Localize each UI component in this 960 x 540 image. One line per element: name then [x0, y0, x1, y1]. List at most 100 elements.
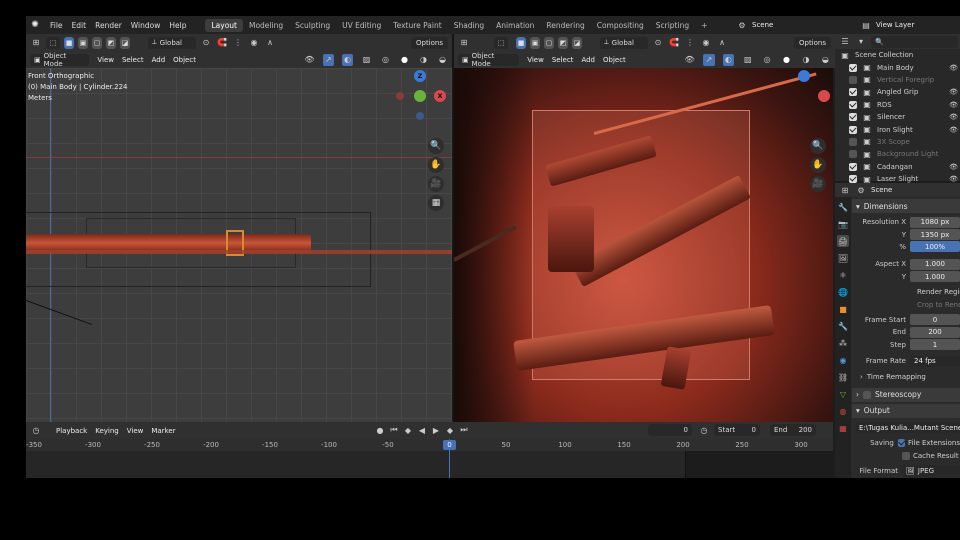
- zoom-icon[interactable]: 🔍: [810, 138, 826, 154]
- clock-icon[interactable]: ◷: [698, 424, 710, 436]
- proportional-edit-icon[interactable]: ◉: [700, 37, 712, 49]
- left-viewport-canvas[interactable]: Front Orthographic (0) Main Body | Cylin…: [26, 68, 452, 422]
- keying-menu[interactable]: Keying: [95, 427, 119, 435]
- gizmo-toggle-icon[interactable]: ↗: [703, 53, 715, 66]
- timeline-editor-icon[interactable]: ◷: [30, 425, 42, 437]
- select-box-tool-button[interactable]: ⬚: [494, 36, 508, 49]
- marker-menu[interactable]: Marker: [151, 427, 175, 435]
- falloff-icon[interactable]: ∧: [716, 37, 728, 49]
- output-panel-header[interactable]: ▾ Output: [852, 403, 960, 418]
- exclude-checkbox[interactable]: [849, 175, 857, 184]
- resolution-x-field[interactable]: 1080 px: [910, 216, 960, 228]
- proportional-edit-icon[interactable]: ◉: [248, 37, 260, 49]
- menu-file[interactable]: File: [50, 21, 63, 30]
- aspect-x-field[interactable]: 1.000: [910, 258, 960, 270]
- scene-tab-icon[interactable]: ⚛: [837, 269, 849, 281]
- data-tab-icon[interactable]: ▽: [837, 388, 849, 400]
- tab-layout[interactable]: Layout: [205, 18, 243, 32]
- exclude-checkbox[interactable]: [849, 113, 857, 122]
- frame-step-field[interactable]: 1: [910, 339, 960, 351]
- select-extend-button[interactable]: ▣: [78, 36, 88, 49]
- shading-material-icon[interactable]: ◑: [800, 54, 811, 66]
- visibility-icon[interactable]: 👁: [949, 88, 960, 96]
- right-viewport-canvas[interactable]: 🔍 ✋ 🎥: [454, 68, 833, 422]
- gizmo-neg-z[interactable]: [416, 112, 424, 120]
- select-intersect-button[interactable]: ◪: [572, 36, 582, 49]
- xray-icon[interactable]: ▨: [361, 54, 372, 66]
- gizmo-z-axis[interactable]: Z: [414, 70, 426, 82]
- gizmo-toggle-icon[interactable]: ↗: [322, 53, 334, 66]
- menu-window[interactable]: Window: [131, 21, 161, 30]
- mode-select[interactable]: ▣ Object Mode: [30, 52, 90, 68]
- shading-material-icon[interactable]: ◑: [418, 54, 429, 66]
- exclude-checkbox[interactable]: [849, 75, 857, 84]
- view-layer-selector[interactable]: ▤ View Layer: [860, 19, 914, 31]
- options-button[interactable]: Options: [410, 36, 448, 49]
- texture-tab-icon[interactable]: ▦: [837, 422, 849, 434]
- menu-add[interactable]: Add: [581, 56, 595, 64]
- playhead-marker[interactable]: 0: [443, 440, 456, 450]
- material-tab-icon[interactable]: ◍: [837, 405, 849, 417]
- scene-selector[interactable]: ⚙ Scene: [736, 19, 773, 31]
- transform-orientation-select[interactable]: ⟂ Global: [148, 36, 196, 49]
- snap-target-icon[interactable]: ⋮: [232, 37, 244, 49]
- camera-icon[interactable]: 🎥: [428, 176, 444, 192]
- output-tab-icon[interactable]: 🖨: [837, 235, 849, 247]
- particles-tab-icon[interactable]: ⁂: [837, 337, 849, 349]
- physics-tab-icon[interactable]: ◉: [837, 354, 849, 366]
- tab-rendering[interactable]: Rendering: [540, 19, 590, 32]
- visibility-icon[interactable]: 👁: [949, 175, 960, 183]
- select-intersect-button[interactable]: ◪: [120, 36, 130, 49]
- gizmo-neg-x[interactable]: [396, 92, 404, 100]
- visibility-icon[interactable]: 👁: [949, 113, 960, 121]
- outliner-item[interactable]: ▣ Main Body 👁: [835, 61, 960, 73]
- next-keyframe-icon[interactable]: ◆: [444, 424, 456, 436]
- overlay-toggle-icon[interactable]: ◐: [722, 53, 735, 66]
- jump-end-icon[interactable]: ⏭: [458, 424, 470, 436]
- pivot-point-icon[interactable]: ⊙: [200, 37, 212, 49]
- modifier-tab-icon[interactable]: 🔧: [837, 320, 849, 332]
- grid-toggle-icon[interactable]: ▦: [428, 195, 444, 211]
- aspect-y-field[interactable]: 1.000: [910, 271, 960, 283]
- shading-wireframe-icon[interactable]: ◎: [761, 54, 772, 66]
- frame-end-field[interactable]: 200: [910, 326, 960, 338]
- add-workspace-button[interactable]: +: [695, 19, 713, 32]
- outliner-item[interactable]: ▣ Iron Slight 👁: [835, 123, 960, 135]
- output-path-field[interactable]: E:\Tugas Kulia...Mutant Scene 2\: [856, 422, 960, 434]
- menu-add[interactable]: Add: [152, 56, 166, 64]
- transform-orientation-select[interactable]: ⟂ Global: [600, 36, 648, 49]
- object-tab-icon[interactable]: ■: [837, 303, 849, 315]
- tool-tab-icon[interactable]: 🔧: [837, 201, 849, 213]
- snap-icon[interactable]: 🧲: [216, 37, 228, 49]
- time-remapping-header[interactable]: Time Remapping: [867, 373, 926, 381]
- dimensions-panel-header[interactable]: ▾ Dimensions: [852, 199, 960, 213]
- gizmo-z-axis[interactable]: [798, 70, 810, 82]
- tab-sculpting[interactable]: Sculpting: [289, 19, 336, 32]
- gizmo-x-axis[interactable]: [818, 90, 830, 102]
- menu-view[interactable]: View: [527, 56, 544, 64]
- outliner-item[interactable]: ▣ Vertical Foregrip: [835, 74, 960, 86]
- menu-select[interactable]: Select: [552, 56, 574, 64]
- cache-result-checkbox[interactable]: [902, 451, 910, 460]
- view-layer-tab-icon[interactable]: 🖼: [837, 252, 849, 264]
- exclude-checkbox[interactable]: [849, 125, 857, 134]
- pan-hand-icon[interactable]: ✋: [810, 157, 826, 173]
- outliner-item[interactable]: ▣ RDS 👁: [835, 99, 960, 111]
- pan-hand-icon[interactable]: ✋: [428, 157, 444, 173]
- mode-select[interactable]: ▣ Object Mode: [458, 52, 520, 68]
- visibility-icon[interactable]: 👁: [949, 163, 960, 171]
- frame-start-field[interactable]: 0: [910, 314, 960, 326]
- play-icon[interactable]: ▶: [430, 424, 442, 436]
- falloff-icon[interactable]: ∧: [264, 37, 276, 49]
- camera-icon[interactable]: 🎥: [810, 176, 826, 192]
- menu-help[interactable]: Help: [169, 21, 186, 30]
- menu-edit[interactable]: Edit: [72, 21, 87, 30]
- playback-menu[interactable]: Playback: [56, 427, 87, 435]
- resolution-percent-field[interactable]: 100%: [910, 241, 960, 253]
- shading-rendered-icon[interactable]: ◒: [437, 54, 448, 66]
- outliner-item[interactable]: ▣ 3X Scope: [835, 136, 960, 148]
- exclude-checkbox[interactable]: [849, 88, 857, 97]
- play-reverse-icon[interactable]: ◀: [416, 424, 428, 436]
- gizmo-x-axis[interactable]: X: [434, 90, 446, 102]
- tab-animation[interactable]: Animation: [490, 19, 540, 32]
